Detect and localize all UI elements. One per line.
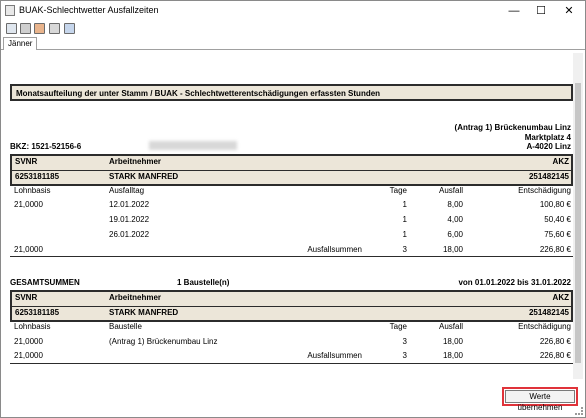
row-datum: 12.01.2022 (109, 200, 150, 209)
title-bar: BUAK-Schlechtwetter Ausfallzeiten — ☐ ✕ (1, 1, 585, 21)
minimize-button[interactable]: — (501, 1, 527, 21)
tab-jaenner[interactable]: Jänner (3, 37, 38, 50)
window-title: BUAK-Schlechtwetter Ausfallzeiten (19, 5, 159, 15)
col-entschaedigung: Entschädigung (518, 186, 571, 195)
redacted-text (149, 141, 237, 150)
sum-entschaedigung: 226,80 € (539, 245, 571, 254)
col-baustelle: Baustelle (109, 322, 142, 331)
resize-grip[interactable] (575, 407, 583, 415)
close-button[interactable]: ✕ (556, 1, 582, 21)
row-datum: 19.01.2022 (109, 215, 150, 224)
divider (10, 363, 573, 364)
col-tage: Tage (389, 322, 407, 331)
col-lohnbasis: Lohnbasis (14, 186, 51, 195)
col-ausfall: Ausfall (438, 322, 463, 331)
toolbar (1, 22, 585, 36)
sum-tage: 3 (402, 351, 407, 360)
employee-name: STARK MANFRED (109, 308, 179, 317)
divider (10, 256, 573, 257)
col-tage: Tage (389, 186, 407, 195)
col-ausfalltag: Ausfalltag (109, 186, 145, 195)
akz-label: AKZ (552, 157, 569, 166)
report-heading: Monatsaufteilung der unter Stamm / BUAK … (10, 84, 573, 101)
scrollbar-thumb[interactable] (575, 83, 581, 363)
employee-svnr: 6253181185 (15, 172, 60, 181)
employee-name: STARK MANFRED (109, 172, 179, 181)
row-baustelle: (Antrag 1) Brückenumbau Linz (109, 337, 218, 346)
row-entschaedigung: 100,80 € (539, 200, 571, 209)
svnr-label: SVNR (15, 157, 38, 166)
col-lohnbasis: Lohnbasis (14, 322, 51, 331)
bkz-label: BKZ: 1521-52156-6 (10, 142, 82, 151)
sum-entschaedigung: 226,80 € (539, 351, 571, 360)
address-line-1: (Antrag 1) Brückenumbau Linz (454, 123, 571, 132)
totals-period: von 01.01.2022 bis 31.01.2022 (458, 278, 571, 287)
row-lohnbasis: 21,0000 (14, 200, 43, 209)
sum-tage: 3 (402, 245, 407, 254)
totals-employee-box (10, 290, 573, 322)
col-entschaedigung: Entschädigung (518, 322, 571, 331)
row-tage: 1 (402, 200, 407, 209)
sum-label: Ausfallsummen (307, 245, 362, 254)
row-ausfall: 6,00 (447, 230, 463, 239)
vertical-scrollbar[interactable] (573, 53, 583, 379)
sum-lohnbasis: 21,0000 (14, 351, 43, 360)
employee-akz: 251482145 (528, 308, 569, 317)
employee-akz: 251482145 (528, 172, 569, 181)
row-entschaedigung: 75,60 € (544, 230, 571, 239)
employee-svnr: 6253181185 (15, 308, 60, 317)
akz-label: AKZ (552, 293, 569, 302)
page-icon[interactable] (64, 23, 75, 34)
address-line-3: A-4020 Linz (526, 142, 571, 151)
arbeitnehmer-label: Arbeitnehmer (109, 293, 162, 302)
row-tage: 3 (402, 337, 407, 346)
row-datum: 26.01.2022 (109, 230, 150, 239)
print-preview-icon[interactable] (6, 23, 17, 34)
app-icon (5, 5, 15, 16)
print-icon[interactable] (20, 23, 31, 34)
export-icon[interactable] (34, 23, 45, 34)
apply-values-button[interactable]: Werte übernehmen (505, 390, 575, 412)
row-ausfall: 18,00 (442, 337, 463, 346)
address-line-2: Marktplatz 4 (524, 133, 571, 142)
row-lohnbasis: 21,0000 (14, 337, 43, 346)
svnr-label: SVNR (15, 293, 38, 302)
col-ausfall: Ausfall (438, 186, 463, 195)
row-entschaedigung: 226,80 € (539, 337, 571, 346)
totals-label: GESAMTSUMMEN (10, 278, 80, 287)
row-tage: 1 (402, 230, 407, 239)
row-ausfall: 4,00 (447, 215, 463, 224)
sum-label: Ausfallsummen (307, 351, 362, 360)
application-window: BUAK-Schlechtwetter Ausfallzeiten — ☐ ✕ … (0, 0, 586, 418)
sum-ausfall: 18,00 (442, 351, 463, 360)
arbeitnehmer-label: Arbeitnehmer (109, 157, 162, 166)
tab-strip: Jänner (1, 36, 585, 50)
sum-lohnbasis: 21,0000 (14, 245, 43, 254)
row-tage: 1 (402, 215, 407, 224)
totals-baustellen: 1 Baustelle(n) (177, 278, 230, 287)
settings-icon[interactable] (49, 23, 60, 34)
employee-header-box (10, 154, 573, 186)
row-entschaedigung: 50,40 € (544, 215, 571, 224)
maximize-button[interactable]: ☐ (528, 1, 554, 21)
row-ausfall: 8,00 (447, 200, 463, 209)
sum-ausfall: 18,00 (442, 245, 463, 254)
